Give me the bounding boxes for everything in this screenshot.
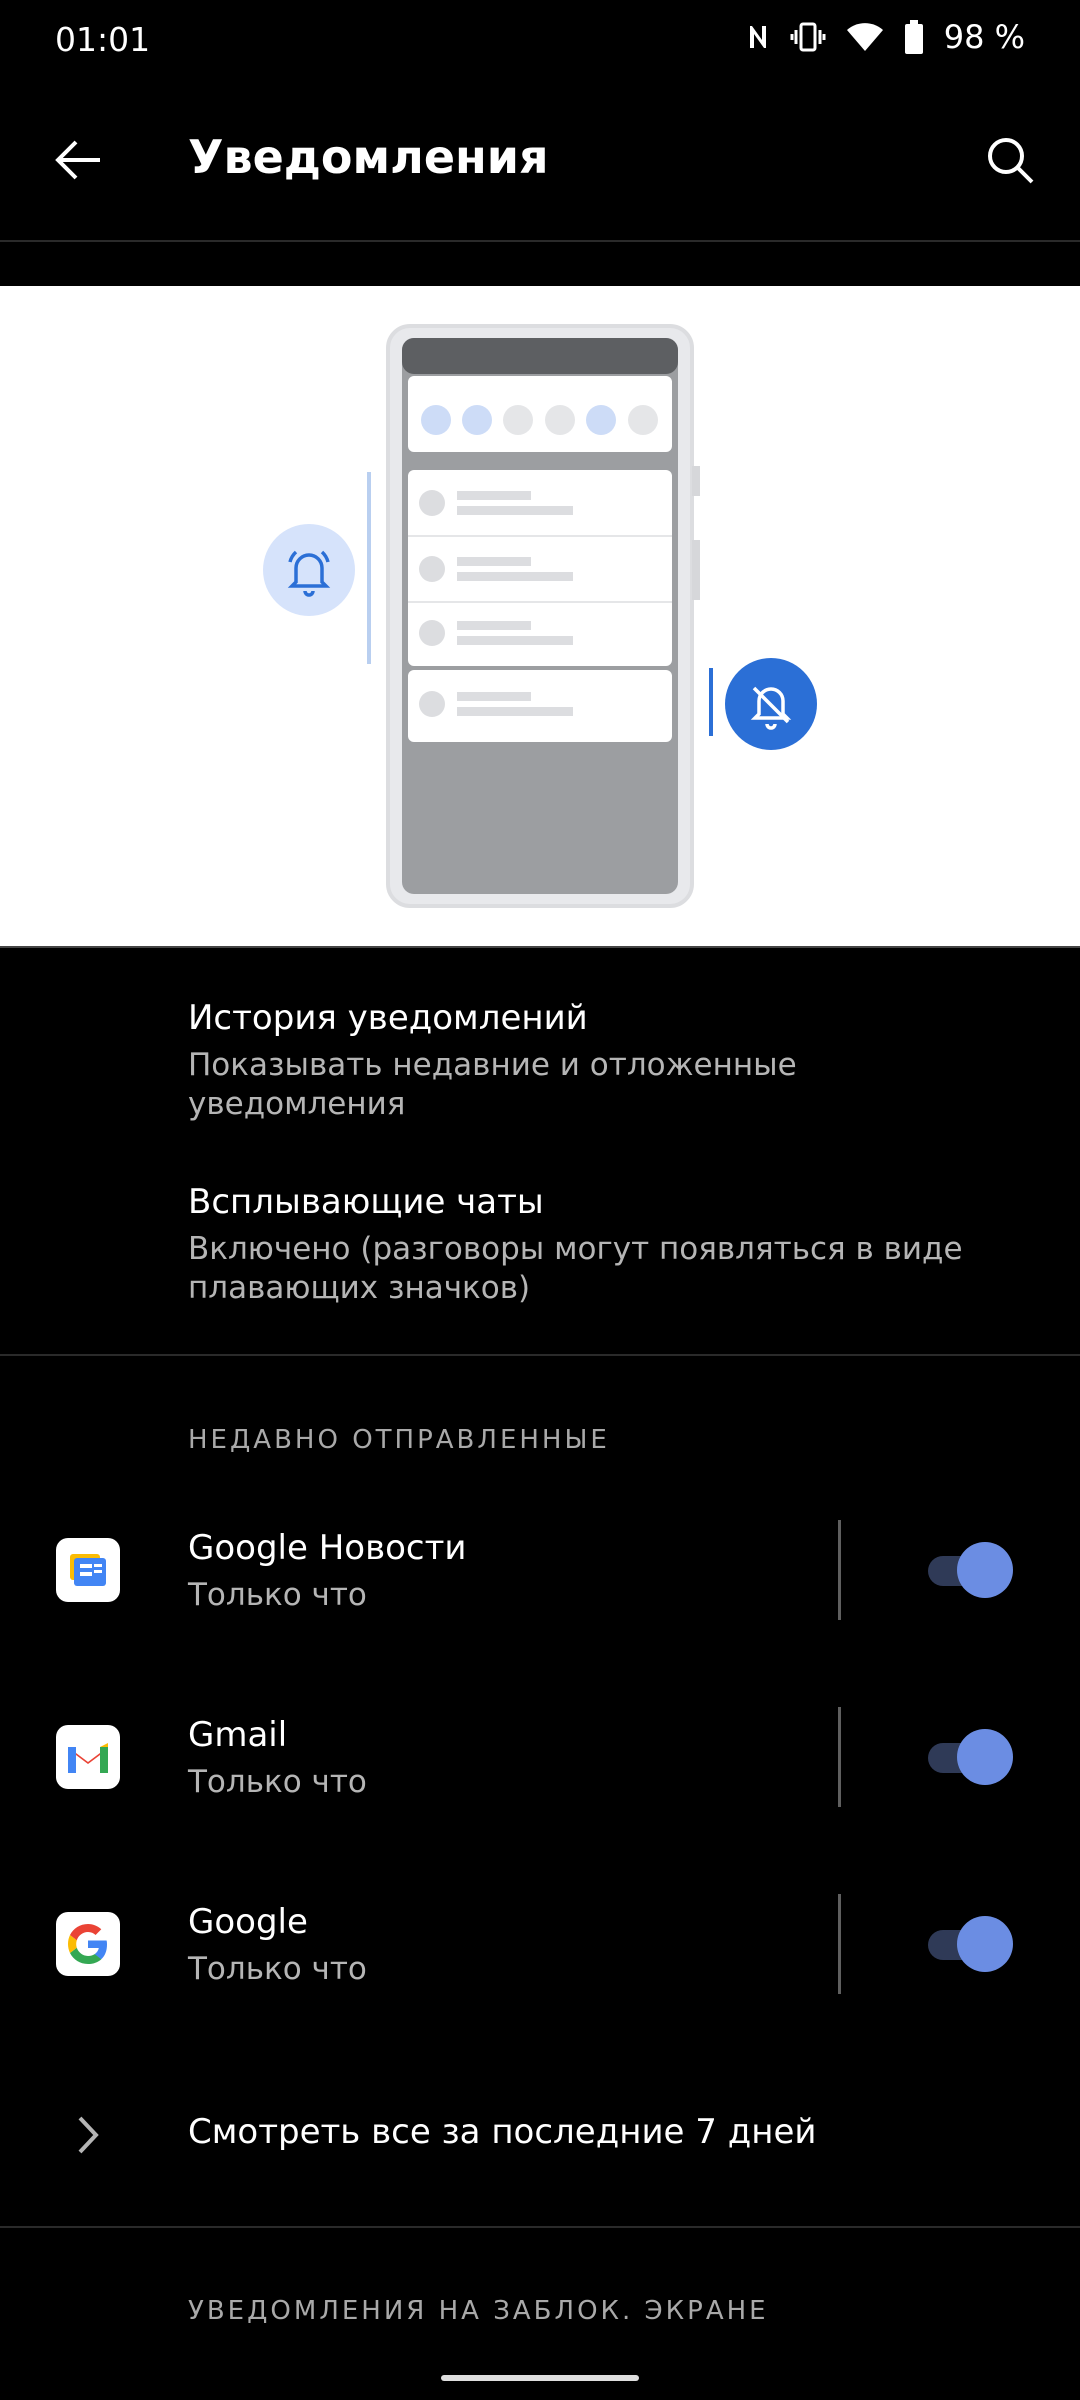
- app-time: Только что: [188, 1764, 367, 1800]
- battery-icon: [904, 20, 923, 54]
- app-toggle[interactable]: [924, 1914, 1014, 1974]
- notifications-illustration: [0, 286, 1080, 946]
- bubbles-item[interactable]: Всплывающие чаты Включено (разговоры мог…: [0, 1150, 1080, 1350]
- app-name: Google Новости: [188, 1528, 467, 1568]
- battery-percent: 98 %: [943, 18, 1025, 56]
- chevron-right-icon: [78, 2116, 99, 2154]
- appbar-divider: [0, 240, 1080, 242]
- notification-history-item[interactable]: История уведомлений Показывать недавние …: [0, 960, 1080, 1140]
- app-time: Только что: [188, 1951, 367, 1987]
- google-icon: [56, 1912, 120, 1976]
- phone-illustration: [263, 324, 817, 908]
- status-icons: 98 %: [746, 18, 1025, 56]
- notification-history-title: История уведомлений: [188, 998, 588, 1038]
- back-arrow-icon: [55, 140, 100, 180]
- google-news-icon: [56, 1538, 120, 1602]
- app-toggle[interactable]: [924, 1727, 1014, 1787]
- search-button[interactable]: [970, 120, 1050, 200]
- toggle-thumb: [957, 1542, 1013, 1598]
- illustration-divider: [0, 946, 1080, 948]
- back-button[interactable]: [40, 120, 120, 200]
- page-title: Уведомления: [188, 130, 549, 184]
- app-name: Gmail: [188, 1715, 288, 1755]
- see-all-button[interactable]: Смотреть все за последние 7 дней: [0, 2080, 1080, 2190]
- nfc-icon: [749, 26, 766, 48]
- row-separator: [838, 1520, 841, 1620]
- row-separator: [838, 1894, 841, 1994]
- bubbles-title: Всплывающие чаты: [188, 1182, 544, 1222]
- see-all-label: Смотреть все за последние 7 дней: [188, 2112, 817, 2152]
- gmail-icon: [56, 1725, 120, 1789]
- app-row-gmail[interactable]: Gmail Только что: [0, 1697, 1080, 1817]
- toggle-thumb: [957, 1729, 1013, 1785]
- app-name: Google: [188, 1902, 308, 1942]
- section-divider: [0, 1354, 1080, 1356]
- bubbles-subtitle: Включено (разговоры могут появляться в в…: [188, 1231, 963, 1306]
- vibrate-icon: [790, 22, 826, 52]
- toggle-thumb: [957, 1916, 1013, 1972]
- notification-history-subtitle: Показывать недавние и отложенные уведомл…: [188, 1047, 797, 1122]
- home-indicator[interactable]: [441, 2375, 639, 2381]
- app-row-google[interactable]: Google Только что: [0, 1884, 1080, 2004]
- app-time: Только что: [188, 1577, 367, 1613]
- recent-section-header: НЕДАВНО ОТПРАВЛЕННЫЕ: [188, 1425, 610, 1455]
- app-toggle[interactable]: [924, 1540, 1014, 1600]
- app-row-google-news[interactable]: Google Новости Только что: [0, 1510, 1080, 1630]
- section-divider: [0, 2226, 1080, 2228]
- row-separator: [838, 1707, 841, 1807]
- search-icon: [988, 138, 1034, 184]
- status-time: 01:01: [55, 20, 151, 59]
- wifi-icon: [846, 23, 883, 51]
- status-bar: 01:01 98 %: [0, 0, 1080, 80]
- lockscreen-section-header: УВЕДОМЛЕНИЯ НА ЗАБЛОК. ЭКРАНЕ: [188, 2296, 769, 2326]
